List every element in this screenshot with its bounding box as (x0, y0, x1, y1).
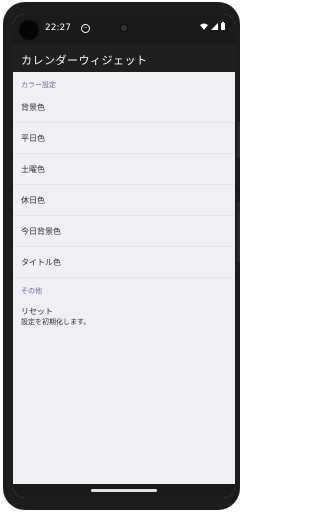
screen: 22:27 − カレンダーウィジェット カラー設定 背景色 平日色 土曜色 休日… (13, 14, 235, 498)
signal-icon (211, 22, 218, 30)
power-button (237, 122, 240, 158)
setting-reset[interactable]: リセット 設定を初期化します。 (13, 298, 235, 332)
setting-label: 背景色 (21, 103, 45, 112)
battery-icon (221, 22, 225, 30)
app-title: カレンダーウィジェット (21, 54, 148, 67)
dnd-icon: − (81, 24, 90, 33)
setting-saturday-color[interactable]: 土曜色 (13, 154, 235, 185)
setting-weekday-color[interactable]: 平日色 (13, 123, 235, 154)
setting-label: 土曜色 (21, 165, 45, 174)
setting-label: タイトル色 (21, 258, 61, 267)
setting-holiday-color[interactable]: 休日色 (13, 185, 235, 216)
camera-cutout (19, 20, 39, 40)
system-icons (200, 22, 225, 30)
wifi-icon (200, 23, 208, 30)
settings-list: カラー設定 背景色 平日色 土曜色 休日色 今日背景色 タイトル色 その他 リセ… (13, 72, 235, 332)
setting-title-color[interactable]: タイトル色 (13, 247, 235, 278)
device-frame: 22:27 − カレンダーウィジェット カラー設定 背景色 平日色 土曜色 休日… (3, 2, 240, 510)
setting-label: 平日色 (21, 134, 45, 143)
reset-title: リセット (21, 307, 53, 316)
navigation-bar (13, 484, 235, 498)
category-header-other: その他 (21, 287, 42, 295)
status-time: 22:27 (45, 23, 71, 33)
gesture-handle[interactable] (91, 489, 157, 492)
category-other: その他 (13, 278, 235, 298)
setting-label: 今日背景色 (21, 227, 61, 236)
status-bar: 22:27 − (13, 14, 235, 44)
setting-label: 休日色 (21, 196, 45, 205)
front-camera-icon (119, 23, 129, 33)
volume-button (237, 202, 240, 262)
setting-background-color[interactable]: 背景色 (13, 92, 235, 123)
category-header-color: カラー設定 (21, 81, 56, 89)
category-color: カラー設定 (13, 72, 235, 92)
app-bar: カレンダーウィジェット (13, 44, 235, 72)
reset-summary: 設定を初期化します。 (21, 318, 91, 326)
setting-today-background-color[interactable]: 今日背景色 (13, 216, 235, 247)
